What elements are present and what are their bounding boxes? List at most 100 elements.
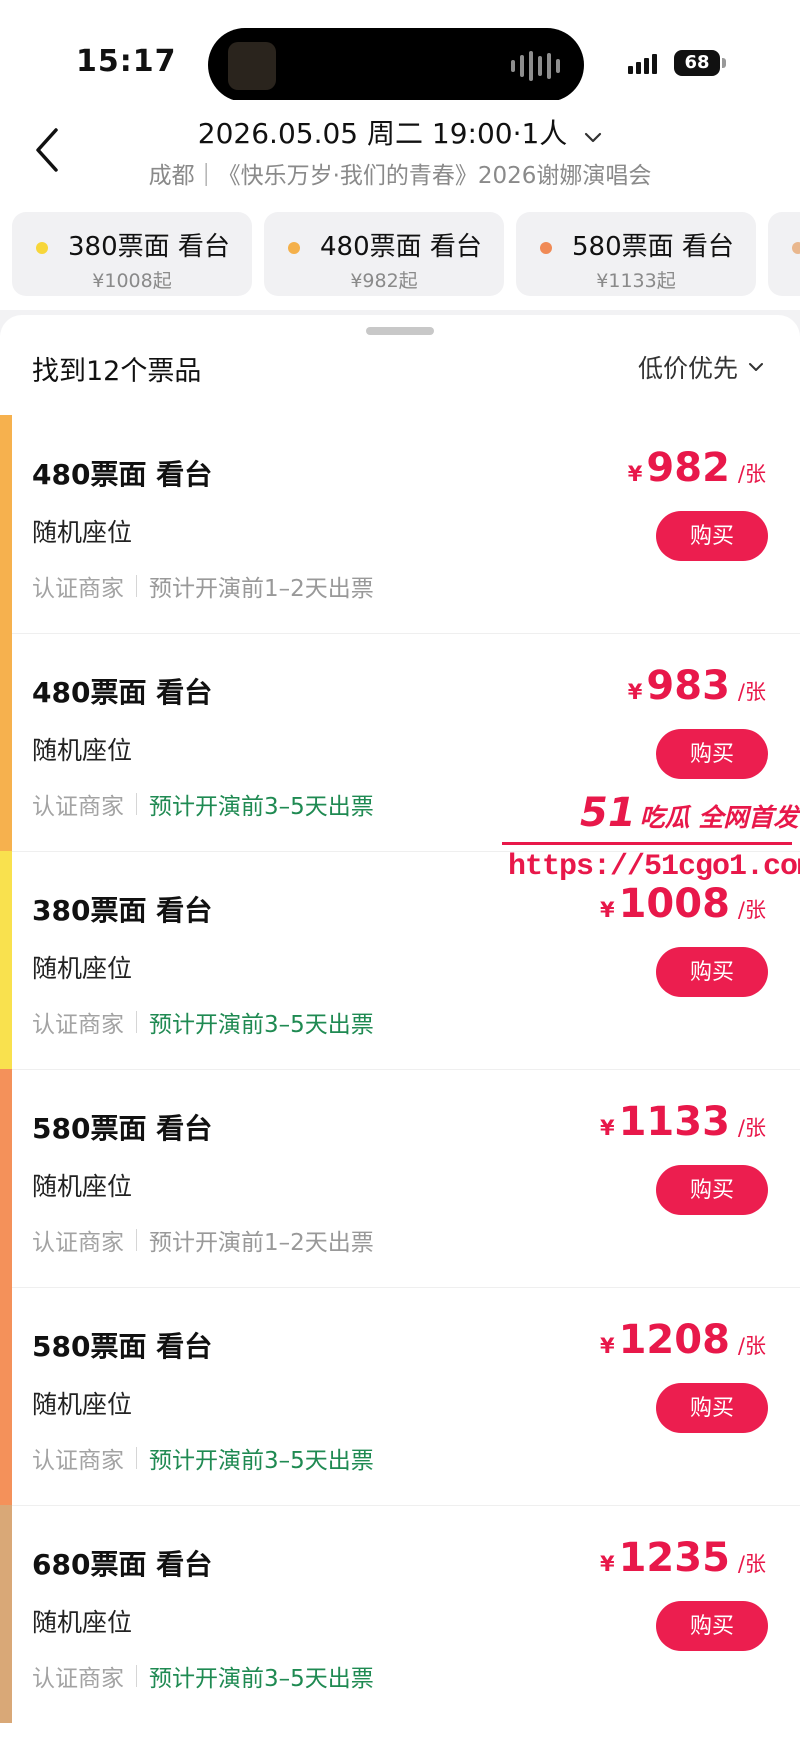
ship-time: 预计开演前3–5天出票	[149, 1012, 374, 1038]
tier-chip-partial[interactable]	[768, 212, 800, 296]
price-unit: /张	[737, 898, 766, 922]
currency-symbol: ¥	[627, 680, 643, 704]
ticket-title: 580票面 看台	[32, 1112, 213, 1145]
price-tier-filter: 380票面 看台 ¥1008起 480票面 看台 ¥982起 580票面 看台 …	[0, 200, 800, 310]
ticket-price: ¥ 1235 /张	[600, 1535, 766, 1581]
ticket-meta: 认证商家 预计开演前3–5天出票	[32, 1659, 374, 1693]
now-playing-artwork	[228, 42, 276, 90]
buy-button[interactable]: 购买	[656, 1601, 768, 1651]
ticket-price: ¥ 982 /张	[628, 445, 766, 491]
tier-color-bar	[0, 851, 12, 1069]
price-unit: /张	[737, 680, 766, 704]
divider	[136, 793, 137, 815]
tier-name: 380票面 看台	[68, 232, 230, 262]
ticket-row[interactable]: 480票面 看台 随机座位 认证商家 预计开演前1–2天出票 ¥ 982 /张 …	[0, 415, 800, 633]
tier-color-dot	[540, 242, 552, 254]
tier-color-bar	[0, 1069, 12, 1287]
seat-type: 随机座位	[32, 954, 133, 983]
currency-symbol: ¥	[599, 1116, 615, 1140]
ticket-row[interactable]: 680票面 看台 随机座位 认证商家 预计开演前3–5天出票 ¥ 1235 /张…	[0, 1505, 800, 1723]
seat-type: 随机座位	[32, 1172, 133, 1201]
sheet-drag-handle[interactable]	[366, 327, 434, 335]
buy-button[interactable]: 购买	[656, 1165, 768, 1215]
results-count: 找到12个票品	[32, 356, 202, 387]
tier-color-bar	[0, 1287, 12, 1505]
tier-name: 480票面 看台	[320, 232, 482, 262]
ticket-price: ¥ 1208 /张	[600, 1317, 766, 1363]
ship-time: 预计开演前1–2天出票	[149, 576, 374, 602]
watermark-url: https://51cgo1.com	[508, 850, 800, 884]
divider	[136, 1011, 137, 1033]
currency-symbol: ¥	[627, 462, 643, 486]
watermark-number: 51	[580, 790, 636, 836]
venue-event-name: 成都｜《快乐万岁·我们的青春》2026谢娜演唱会	[148, 163, 652, 189]
ticket-row[interactable]: 580票面 看台 随机座位 认证商家 预计开演前3–5天出票 ¥ 1208 /张…	[0, 1287, 800, 1505]
currency-symbol: ¥	[599, 1334, 615, 1358]
currency-symbol: ¥	[599, 898, 615, 922]
status-time: 15:17	[76, 44, 177, 79]
ticket-meta: 认证商家 预计开演前1–2天出票	[32, 1223, 374, 1257]
audio-waveform-icon	[511, 50, 560, 82]
seat-type: 随机座位	[32, 1608, 133, 1637]
ticket-meta: 认证商家 预计开演前3–5天出票	[32, 1441, 374, 1475]
cellular-signal-icon	[628, 52, 657, 74]
tier-chip[interactable]: 380票面 看台 ¥1008起	[12, 212, 252, 296]
ship-time: 预计开演前3–5天出票	[149, 794, 374, 820]
ticket-title: 680票面 看台	[32, 1548, 213, 1581]
ticket-list-sheet: 找到12个票品 低价优先 480票面 看台 随机座位 认证商家 预计开演前1–2…	[0, 315, 800, 1741]
tier-chip[interactable]: 580票面 看台 ¥1133起	[516, 212, 756, 296]
watermark-underline	[502, 842, 792, 845]
divider	[136, 575, 137, 597]
price-unit: /张	[737, 1116, 766, 1140]
ticket-price: ¥ 1133 /张	[600, 1099, 766, 1145]
ship-time: 预计开演前1–2天出票	[149, 1230, 374, 1256]
tier-price-from: ¥982起	[350, 270, 418, 292]
chevron-down-icon	[584, 124, 602, 148]
ticket-title: 380票面 看台	[32, 894, 213, 927]
merchant-badge: 认证商家	[32, 576, 124, 602]
ticket-meta: 认证商家 预计开演前3–5天出票	[32, 787, 374, 821]
tier-color-bar	[0, 633, 12, 851]
sort-dropdown[interactable]: 低价优先	[638, 349, 764, 385]
tier-color-dot	[792, 242, 800, 254]
buy-button[interactable]: 购买	[656, 729, 768, 779]
ticket-price: ¥ 983 /张	[628, 663, 766, 709]
watermark-brand: 51 吃瓜 全网首发	[580, 790, 798, 836]
price-amount: 982	[646, 445, 730, 491]
tier-color-dot	[36, 242, 48, 254]
price-amount: 1208	[618, 1317, 730, 1363]
ticket-row[interactable]: 580票面 看台 随机座位 认证商家 预计开演前1–2天出票 ¥ 1133 /张…	[0, 1069, 800, 1287]
divider	[136, 1447, 137, 1469]
merchant-badge: 认证商家	[32, 794, 124, 820]
ticket-meta: 认证商家 预计开演前1–2天出票	[32, 569, 374, 603]
price-amount: 1133	[618, 1099, 730, 1145]
tier-color-bar	[0, 415, 12, 633]
price-amount: 983	[646, 663, 730, 709]
tier-chip[interactable]: 480票面 看台 ¥982起	[264, 212, 504, 296]
battery-icon: 68	[674, 50, 726, 76]
tier-color-bar	[0, 1505, 12, 1723]
ticket-title: 480票面 看台	[32, 458, 213, 491]
price-amount: 1235	[618, 1535, 730, 1581]
ticket-list: 480票面 看台 随机座位 认证商家 预计开演前1–2天出票 ¥ 982 /张 …	[0, 415, 800, 1723]
sort-label: 低价优先	[637, 354, 738, 383]
merchant-badge: 认证商家	[32, 1666, 124, 1692]
tier-price-from: ¥1133起	[596, 270, 676, 292]
divider	[136, 1229, 137, 1251]
chevron-down-icon	[749, 363, 763, 371]
ticket-title: 580票面 看台	[32, 1330, 213, 1363]
buy-button[interactable]: 购买	[656, 947, 768, 997]
buy-button[interactable]: 购买	[656, 1383, 768, 1433]
divider	[136, 1665, 137, 1687]
dynamic-island	[208, 28, 584, 102]
tier-name: 580票面 看台	[572, 232, 734, 262]
buy-button[interactable]: 购买	[656, 511, 768, 561]
price-unit: /张	[737, 1334, 766, 1358]
ticket-title: 480票面 看台	[32, 676, 213, 709]
seat-type: 随机座位	[32, 736, 133, 765]
watermark-slogan: 吃瓜 全网首发	[639, 803, 799, 832]
event-selector[interactable]: 2026.05.05 周二 19:00·1人	[0, 112, 800, 152]
ship-time: 预计开演前3–5天出票	[149, 1666, 374, 1692]
merchant-badge: 认证商家	[32, 1012, 124, 1038]
seat-type: 随机座位	[32, 518, 133, 547]
